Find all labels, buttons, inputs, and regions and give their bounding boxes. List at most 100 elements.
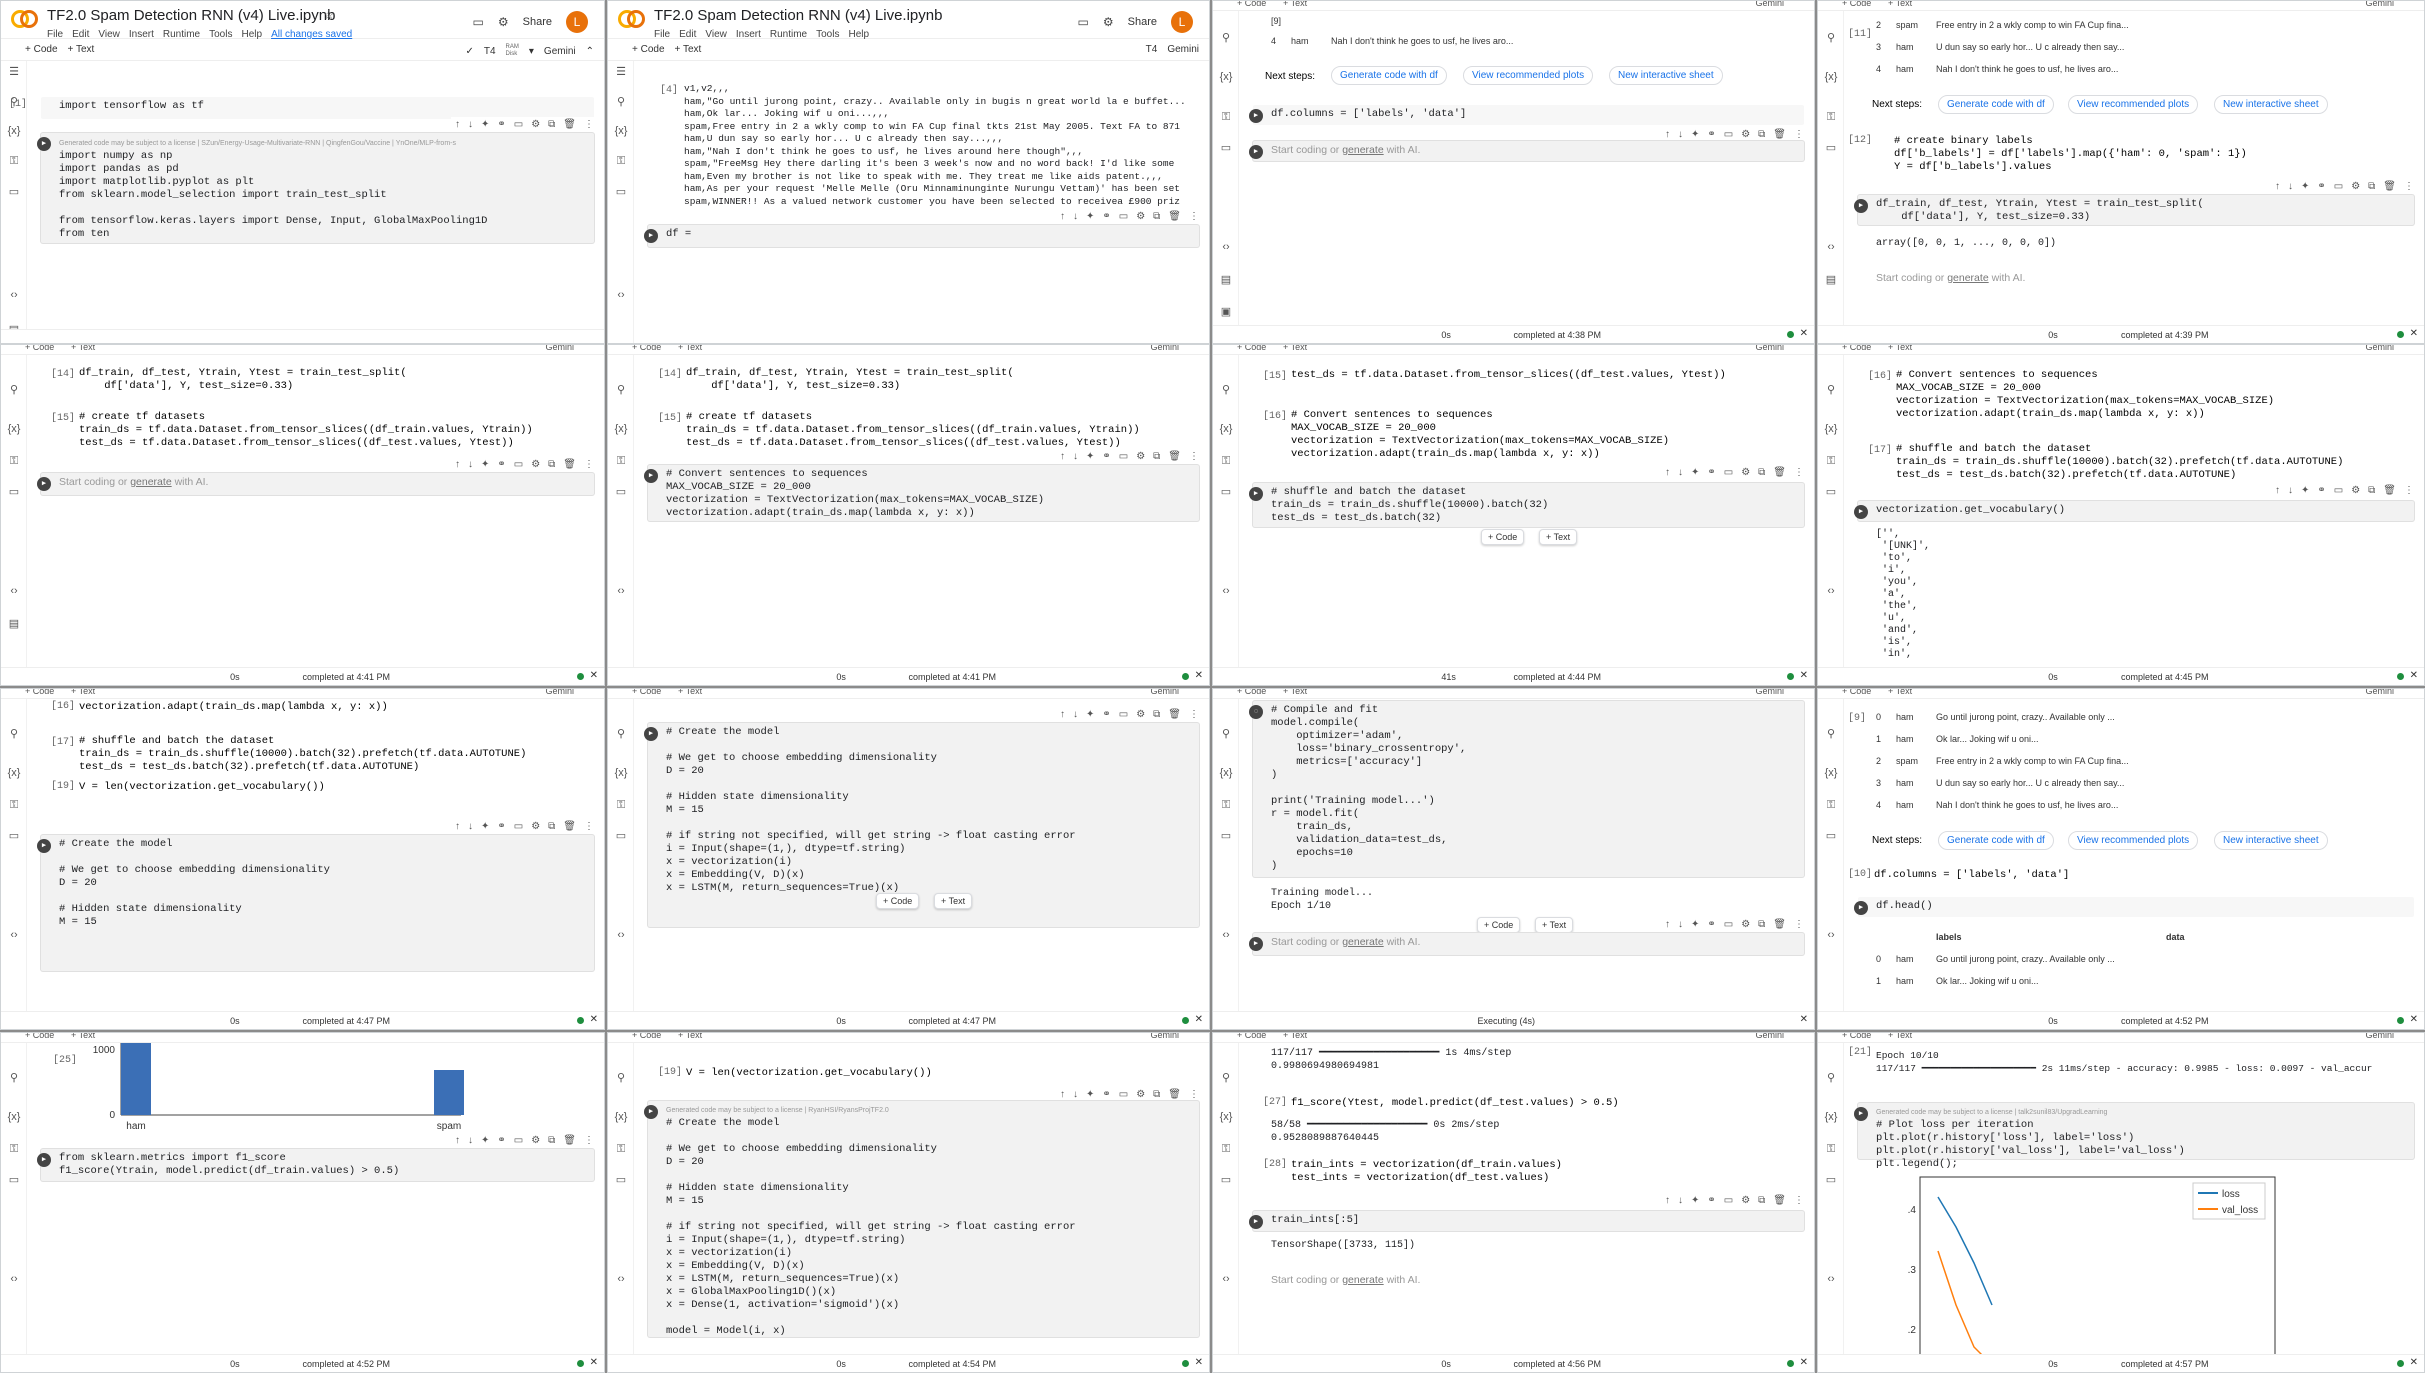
folder-icon[interactable]: ▭ <box>1823 141 1839 154</box>
code-cell[interactable]: ▶ train_ints[:5] <box>1249 1211 1804 1231</box>
code-icon[interactable]: ‹› <box>1218 1273 1234 1285</box>
search-icon[interactable]: ⚲ <box>1218 31 1234 44</box>
mirror-icon[interactable]: ⧉ <box>2368 181 2375 192</box>
key-icon[interactable]: ⚿ <box>613 799 629 812</box>
empty-cell[interactable]: Start coding or generate with AI. <box>1858 269 2414 287</box>
variables-icon[interactable]: {x} <box>1218 767 1234 779</box>
key-icon[interactable]: ⚿ <box>6 1143 22 1156</box>
code-text[interactable]: df_train, df_test, Ytrain, Ytest = train… <box>1876 198 2410 224</box>
share-button[interactable]: Share <box>1128 16 1157 28</box>
add-text-button[interactable]: + Text <box>68 44 95 55</box>
comment-icon[interactable]: ▭ <box>2334 181 2343 192</box>
delete-icon[interactable]: 🗑 <box>2383 485 2396 496</box>
run-icon[interactable]: ▶ <box>37 1153 51 1167</box>
key-icon[interactable]: ⚿ <box>613 155 629 168</box>
more-icon[interactable]: ⋮ <box>1189 709 1199 720</box>
avatar[interactable]: L <box>566 11 588 33</box>
code-icon[interactable]: ‹› <box>613 929 629 941</box>
more-icon[interactable]: ⋮ <box>1189 451 1199 462</box>
move-down-icon[interactable]: ↓ <box>2288 485 2293 496</box>
key-icon[interactable]: ⚿ <box>1823 799 1839 812</box>
variables-icon[interactable]: {x} <box>1823 1111 1839 1123</box>
code-cell-2[interactable]: ▶ Generated code may be subject to a lic… <box>37 133 594 243</box>
folder-icon[interactable]: ▭ <box>613 1173 629 1186</box>
variables-icon[interactable]: {x} <box>6 1111 22 1123</box>
more-icon[interactable]: ⋮ <box>1794 467 1804 478</box>
code-cell[interactable]: ▶ # Create the model # We get to choose … <box>644 723 1199 927</box>
empty-cell[interactable]: ▶ Start coding or generate with AI. <box>1249 933 1804 955</box>
close-icon[interactable]: ✕ <box>2410 1357 2418 1368</box>
delete-icon[interactable]: 🗑 <box>1168 211 1181 222</box>
gear-icon[interactable]: ⚙ <box>1741 919 1750 930</box>
move-up-icon[interactable]: ↑ <box>1665 919 1670 930</box>
close-icon[interactable]: ✕ <box>1195 1357 1203 1368</box>
mirror-icon[interactable]: ⧉ <box>548 459 555 470</box>
close-icon[interactable]: ✕ <box>590 670 598 681</box>
close-icon[interactable]: ✕ <box>2410 670 2418 681</box>
mirror-icon[interactable]: ⧉ <box>1153 709 1160 720</box>
settings-icon[interactable]: ⚙ <box>498 15 509 29</box>
runtime-type[interactable]: T4 <box>484 46 496 57</box>
mirror-icon[interactable]: ⧉ <box>1758 1195 1765 1206</box>
variables-icon[interactable]: {x} <box>613 1111 629 1123</box>
search-icon[interactable]: ⚲ <box>1823 1071 1839 1084</box>
code-text[interactable]: df.head() <box>1876 900 2410 913</box>
sparkle-icon[interactable]: ✦ <box>1691 919 1699 930</box>
sparkle-icon[interactable]: ✦ <box>1086 451 1094 462</box>
folder-icon[interactable]: ▭ <box>6 1173 22 1186</box>
runtime-type[interactable]: T4 <box>1146 44 1158 55</box>
more-icon[interactable]: ⋮ <box>584 459 594 470</box>
add-text-button[interactable]: + Text <box>934 893 973 909</box>
avatar[interactable]: L <box>1171 11 1193 33</box>
code-text[interactable]: import numpy as np import pandas as pd i… <box>59 150 590 241</box>
toc-icon[interactable]: ☰ <box>613 65 629 78</box>
link-icon[interactable]: ⚭ <box>497 1135 505 1146</box>
add-code-button[interactable]: + Code <box>1481 529 1525 545</box>
search-icon[interactable]: ⚲ <box>613 727 629 740</box>
gear-icon[interactable]: ⚙ <box>1136 451 1145 462</box>
code-text[interactable]: df.columns = ['labels', 'data'] <box>1271 108 1800 121</box>
code-cell[interactable]: ▶ Generated code may be subject to a lic… <box>1854 1103 2414 1170</box>
comment-icon[interactable]: ▭ <box>1724 919 1733 930</box>
run-icon[interactable]: ▶ <box>644 229 658 243</box>
variables-icon[interactable]: {x} <box>1823 71 1839 83</box>
variables-icon[interactable]: {x} <box>1218 1111 1234 1123</box>
comment-icon[interactable]: ▭ <box>1119 451 1128 462</box>
mirror-icon[interactable]: ⧉ <box>2368 485 2375 496</box>
gear-icon[interactable]: ⚙ <box>1741 467 1750 478</box>
folder-icon[interactable]: ▭ <box>1823 485 1839 498</box>
close-icon[interactable]: ✕ <box>1195 670 1203 681</box>
variables-icon[interactable]: {x} <box>1218 423 1234 435</box>
search-icon[interactable]: ⚲ <box>613 383 629 396</box>
interactive-sheet-button[interactable]: New interactive sheet <box>2214 831 2328 850</box>
code-text[interactable]: # Create the model # We get to choose em… <box>59 838 590 929</box>
move-up-icon[interactable]: ↑ <box>1060 211 1065 222</box>
run-icon[interactable]: ▶ <box>1854 199 1868 213</box>
gear-icon[interactable]: ⚙ <box>1136 211 1145 222</box>
sparkle-icon[interactable]: ✦ <box>481 459 489 470</box>
sparkle-icon[interactable]: ✦ <box>1691 129 1699 140</box>
run-icon[interactable]: ▶ <box>1249 145 1263 159</box>
close-icon[interactable]: ✕ <box>590 1014 598 1025</box>
move-up-icon[interactable]: ↑ <box>1060 451 1065 462</box>
move-up-icon[interactable]: ↑ <box>1060 709 1065 720</box>
add-text-button[interactable]: + Text <box>675 44 702 55</box>
gear-icon[interactable]: ⚙ <box>531 821 540 832</box>
variables-icon[interactable]: {x} <box>613 423 629 435</box>
code-icon[interactable]: ‹› <box>1823 1273 1839 1285</box>
interactive-sheet-button[interactable]: New interactive sheet <box>2214 95 2328 114</box>
mirror-icon[interactable]: ⧉ <box>1153 451 1160 462</box>
comment-icon[interactable]: ▭ <box>1119 1089 1128 1100</box>
search-icon[interactable]: ⚲ <box>6 727 22 740</box>
delete-icon[interactable]: 🗑 <box>2383 181 2396 192</box>
mirror-icon[interactable]: ⧉ <box>548 821 555 832</box>
key-icon[interactable]: ⚿ <box>1823 455 1839 468</box>
spinner-icon[interactable]: ◌ <box>1249 705 1263 719</box>
empty-cell[interactable]: ▶ Start coding or generate with AI. <box>37 473 594 495</box>
folder-icon[interactable]: ▭ <box>1218 485 1234 498</box>
move-down-icon[interactable]: ↓ <box>468 119 473 130</box>
delete-icon[interactable]: 🗑 <box>563 119 576 130</box>
delete-icon[interactable]: 🗑 <box>1773 919 1786 930</box>
move-down-icon[interactable]: ↓ <box>1678 919 1683 930</box>
code-cell-1[interactable]: [1] import tensorflow as tf <box>9 97 594 119</box>
